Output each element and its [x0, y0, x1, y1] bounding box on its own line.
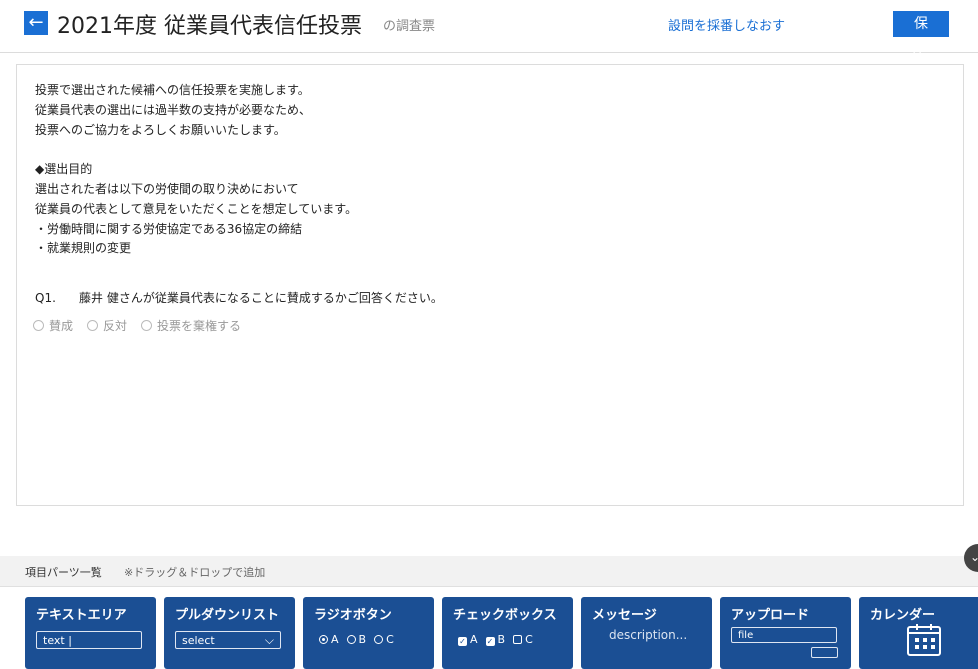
part-pulldown-card[interactable]: プルダウンリスト select ⌵ — [164, 597, 295, 669]
intro-line: ・就業規則の変更 — [35, 241, 132, 256]
renumber-questions-link[interactable]: 設問を採番しなおす — [668, 15, 785, 34]
card-title: ラジオボタン — [314, 608, 392, 623]
question-text: 藤井 健さんが従業員代表になることに賛成するかご回答ください。 — [79, 291, 443, 305]
intro-line — [35, 140, 357, 160]
option-label: 反対 — [103, 319, 128, 333]
radio-sample-option: B — [346, 633, 367, 646]
part-textarea-card[interactable]: テキストエリア text | — [25, 597, 156, 669]
intro-line: 従業員の代表として意見をいただくことを想定しています。 — [35, 201, 358, 216]
intro-line: 選出された者は以下の労使間の取り決めにおいて — [35, 181, 299, 196]
upload-button-sample — [811, 647, 838, 658]
textarea-sample: text | — [36, 631, 142, 649]
option-label: 賛成 — [49, 319, 74, 333]
question-q1: Q1. 藤井 健さんが従業員代表になることに賛成するかご回答ください。 — [35, 289, 443, 306]
option-approve[interactable]: 賛成 — [33, 317, 73, 334]
checkbox-sample-label: B — [497, 633, 506, 646]
message-sample: description... — [609, 628, 688, 642]
upload-file-sample: file — [731, 627, 837, 643]
radio-sample: A B C — [319, 633, 394, 646]
option-oppose[interactable]: 反対 — [87, 317, 127, 334]
radio-sample-label: C — [386, 633, 394, 646]
parts-bar-note: ※ドラッグ＆ドロップで追加 — [124, 566, 266, 579]
radio-selected-icon — [319, 635, 328, 644]
checkbox-sample-option: ✓ A — [458, 633, 478, 646]
survey-form-panel: 投票で選出された候補への信任投票を実施します。 従業員代表の選出には過半数の支持… — [16, 64, 964, 506]
radio-sample-option: A — [319, 633, 339, 646]
card-title: チェックボックス — [453, 608, 557, 623]
intro-line: 投票で選出された候補への信任投票を実施します。 — [35, 83, 310, 97]
checkbox-sample-label: A — [470, 633, 478, 646]
card-title: メッセージ — [592, 608, 657, 623]
part-radio-card[interactable]: ラジオボタン A B C — [303, 597, 434, 669]
part-upload-card[interactable]: アップロード file — [720, 597, 851, 669]
save-button[interactable]: 保 存 — [893, 11, 949, 58]
select-sample: select ⌵ — [175, 631, 281, 649]
part-message-card[interactable]: メッセージ description... — [581, 597, 712, 669]
intro-line: ・労働時間に関する労使協定である36協定の締結 — [35, 221, 303, 236]
intro-line: 投票へのご協力をよろしくお願いいたします。 — [35, 122, 286, 137]
part-checkbox-card[interactable]: チェックボックス ✓ A ✓ B C — [442, 597, 573, 669]
radio-button[interactable] — [33, 320, 44, 331]
calendar-icon — [907, 624, 941, 656]
answer-options: 賛成 反対 投票を棄権する — [33, 317, 241, 334]
page-subtitle: の調査票 — [383, 19, 436, 34]
checkbox-sample: ✓ A ✓ B C — [458, 633, 533, 646]
part-calendar-card[interactable]: カレンダー — [859, 597, 978, 669]
radio-button[interactable] — [141, 320, 153, 331]
parts-bar-title: 項目パーツ一覧 — [25, 566, 102, 579]
radio-sample-option: C — [374, 633, 394, 646]
select-sample-text: select — [182, 634, 215, 647]
checkbox-empty-icon — [513, 635, 523, 644]
intro-text: 投票で選出された候補への信任投票を実施します。 従業員代表の選出には過半数の支持… — [35, 81, 357, 259]
radio-button[interactable] — [87, 320, 99, 331]
checkbox-checked-icon: ✓ — [485, 637, 495, 646]
chevron-down-icon: ⌵ — [264, 633, 274, 647]
card-title: テキストエリア — [36, 608, 127, 623]
checkbox-sample-option: ✓ B — [485, 633, 506, 646]
intro-line: 従業員代表の選出には過半数の支持が必要なため、 — [35, 102, 312, 117]
card-title: カレンダー — [870, 608, 936, 623]
checkbox-sample-option: C — [513, 633, 533, 646]
checkbox-checked-icon: ✓ — [458, 637, 467, 646]
radio-sample-label: A — [331, 633, 339, 646]
option-label: 投票を棄権する — [157, 319, 242, 333]
card-title: アップロード — [731, 608, 810, 623]
option-abstain[interactable]: 投票を棄権する — [141, 317, 241, 334]
radio-empty-icon — [374, 635, 384, 644]
radio-empty-icon — [346, 635, 356, 644]
page-title: 2021年度 従業員代表信任投票 — [57, 14, 362, 39]
radio-sample-label: B — [358, 633, 367, 646]
checkbox-sample-label: C — [525, 633, 533, 646]
back-arrow-icon[interactable]: ← — [24, 11, 48, 35]
intro-line: ◆選出目的 — [35, 162, 93, 177]
page-header: ← 2021年度 従業員代表信任投票 の調査票 設問を採番しなおす 保 存 — [0, 0, 978, 58]
question-number: Q1. — [35, 291, 56, 305]
card-title: プルダウンリスト — [175, 608, 280, 623]
parts-bar: 項目パーツ一覧 ※ドラッグ＆ドロップで追加 — [0, 556, 978, 587]
